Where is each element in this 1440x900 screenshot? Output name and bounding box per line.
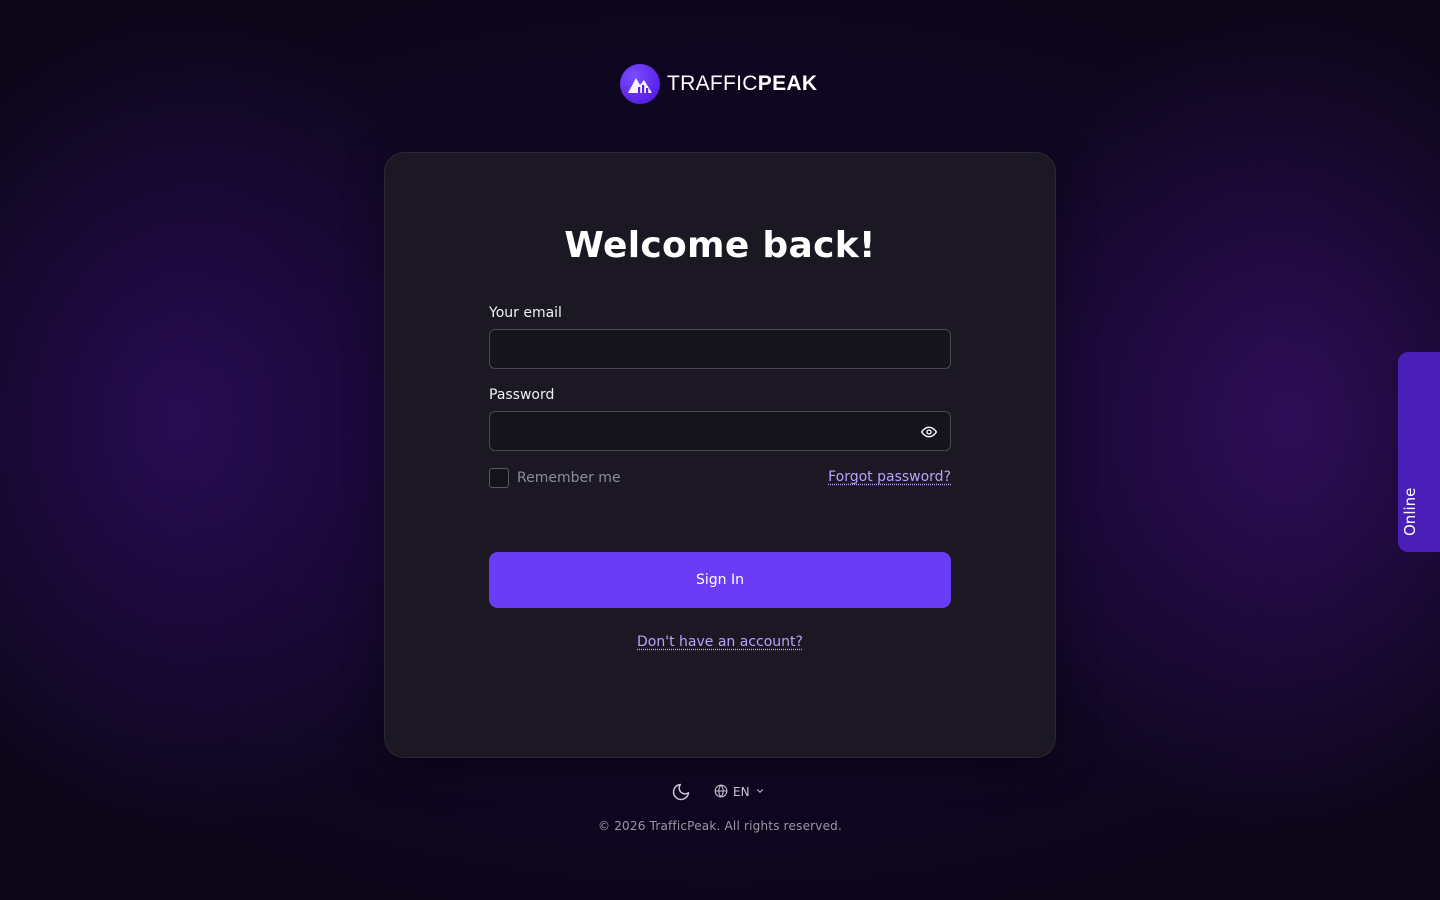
password-field[interactable]: [489, 411, 951, 451]
brand-name: TRAFFICPEAK: [667, 72, 817, 96]
moon-icon[interactable]: [670, 781, 692, 803]
email-label: Your email: [489, 305, 562, 321]
brand-name-light: TRAFFIC: [667, 72, 758, 95]
online-status-tab[interactable]: Online: [1398, 352, 1440, 552]
login-card: Welcome back! Your email Password Rememb…: [384, 152, 1056, 758]
eye-icon[interactable]: [921, 424, 937, 440]
email-field[interactable]: [489, 329, 951, 369]
footer-controls: EN: [670, 780, 765, 804]
brand-name-bold: PEAK: [757, 72, 818, 95]
language-code: EN: [733, 785, 750, 799]
language-selector[interactable]: EN: [714, 783, 765, 801]
sign-in-button[interactable]: Sign In: [489, 552, 951, 608]
online-status-label: Online: [1401, 487, 1419, 536]
remember-me-checkbox[interactable]: [489, 468, 509, 488]
signup-link[interactable]: Don't have an account?: [637, 634, 803, 650]
remember-me-label: Remember me: [517, 470, 621, 486]
copyright: © 2026 TrafficPeak. All rights reserved.: [597, 819, 842, 833]
remember-me[interactable]: Remember me: [489, 468, 621, 488]
chevron-down-icon: [755, 785, 765, 799]
password-label: Password: [489, 387, 555, 403]
peak-chart-icon: [620, 64, 660, 104]
forgot-password-link[interactable]: Forgot password?: [828, 469, 951, 485]
page-title: Welcome back!: [564, 225, 876, 266]
globe-icon: [714, 783, 728, 801]
signup-prompt: Don't have an account?: [385, 634, 1055, 650]
brand-logo[interactable]: TRAFFICPEAK: [620, 64, 817, 104]
